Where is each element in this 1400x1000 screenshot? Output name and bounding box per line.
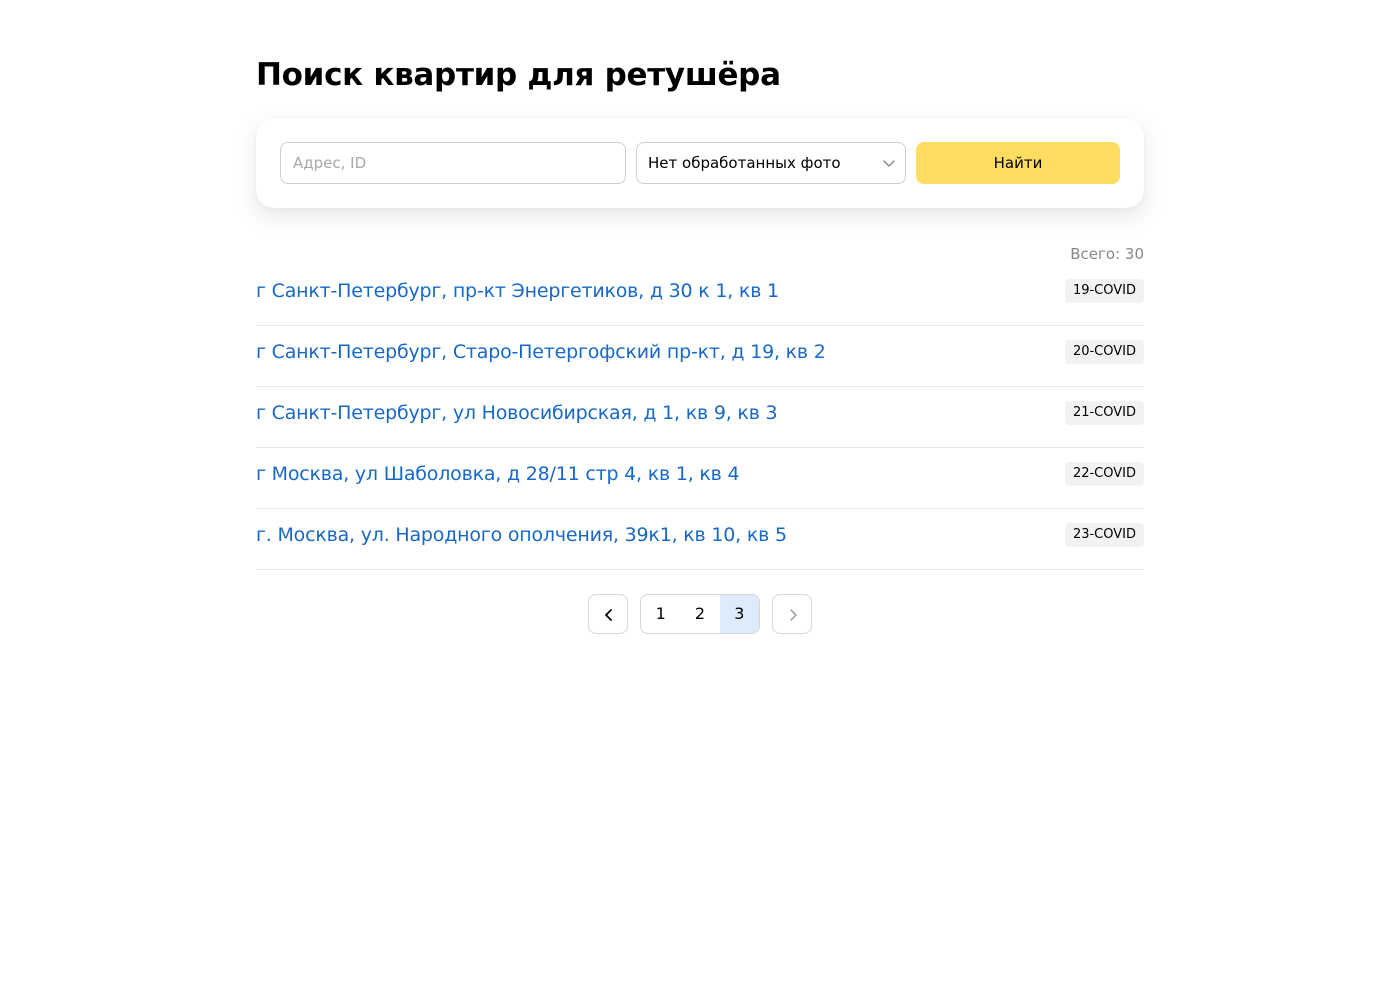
address-link[interactable]: г Санкт-Петербург, пр-кт Энергетиков, д … <box>256 278 779 304</box>
address-link[interactable]: г Москва, ул Шаболовка, д 28/11 стр 4, к… <box>256 461 740 487</box>
page-prev-button[interactable] <box>588 594 628 634</box>
id-badge: 22-COVID <box>1064 462 1144 486</box>
list-item: г Санкт-Петербург, ул Новосибирская, д 1… <box>256 387 1144 448</box>
page-number-group: 1 2 3 <box>640 594 760 634</box>
list-item: г Санкт-Петербург, Старо-Петергофский пр… <box>256 326 1144 387</box>
search-panel: Нет обработанных фото Найти <box>256 118 1144 208</box>
page-number-2[interactable]: 2 <box>680 595 719 633</box>
list-item: г Санкт-Петербург, пр-кт Энергетиков, д … <box>256 265 1144 326</box>
chevron-right-icon <box>790 609 797 621</box>
total-count: Всего: 30 <box>1070 245 1144 263</box>
chevron-down-icon <box>883 160 895 167</box>
address-link[interactable]: г Санкт-Петербург, ул Новосибирская, д 1… <box>256 400 778 426</box>
list-item: г. Москва, ул. Народного ополчения, 39к1… <box>256 509 1144 570</box>
result-list: г Санкт-Петербург, пр-кт Энергетиков, д … <box>256 265 1144 570</box>
search-input[interactable] <box>280 142 626 184</box>
list-item: г Москва, ул Шаболовка, д 28/11 стр 4, к… <box>256 448 1144 509</box>
address-link[interactable]: г Санкт-Петербург, Старо-Петергофский пр… <box>256 339 826 365</box>
id-badge: 20-COVID <box>1064 340 1144 364</box>
photo-filter-select[interactable]: Нет обработанных фото <box>636 142 906 184</box>
page-title: Поиск квартир для ретушёра <box>256 57 781 93</box>
find-button[interactable]: Найти <box>916 142 1120 184</box>
id-badge: 23-COVID <box>1064 523 1144 547</box>
photo-filter-value: Нет обработанных фото <box>648 154 841 172</box>
id-badge: 19-COVID <box>1064 279 1144 303</box>
chevron-left-icon <box>605 609 612 621</box>
page-next-button[interactable] <box>772 594 812 634</box>
page-number-3[interactable]: 3 <box>719 595 759 633</box>
id-badge: 21-COVID <box>1064 401 1144 425</box>
page-number-1[interactable]: 1 <box>641 595 680 633</box>
address-link[interactable]: г. Москва, ул. Народного ополчения, 39к1… <box>256 522 787 548</box>
